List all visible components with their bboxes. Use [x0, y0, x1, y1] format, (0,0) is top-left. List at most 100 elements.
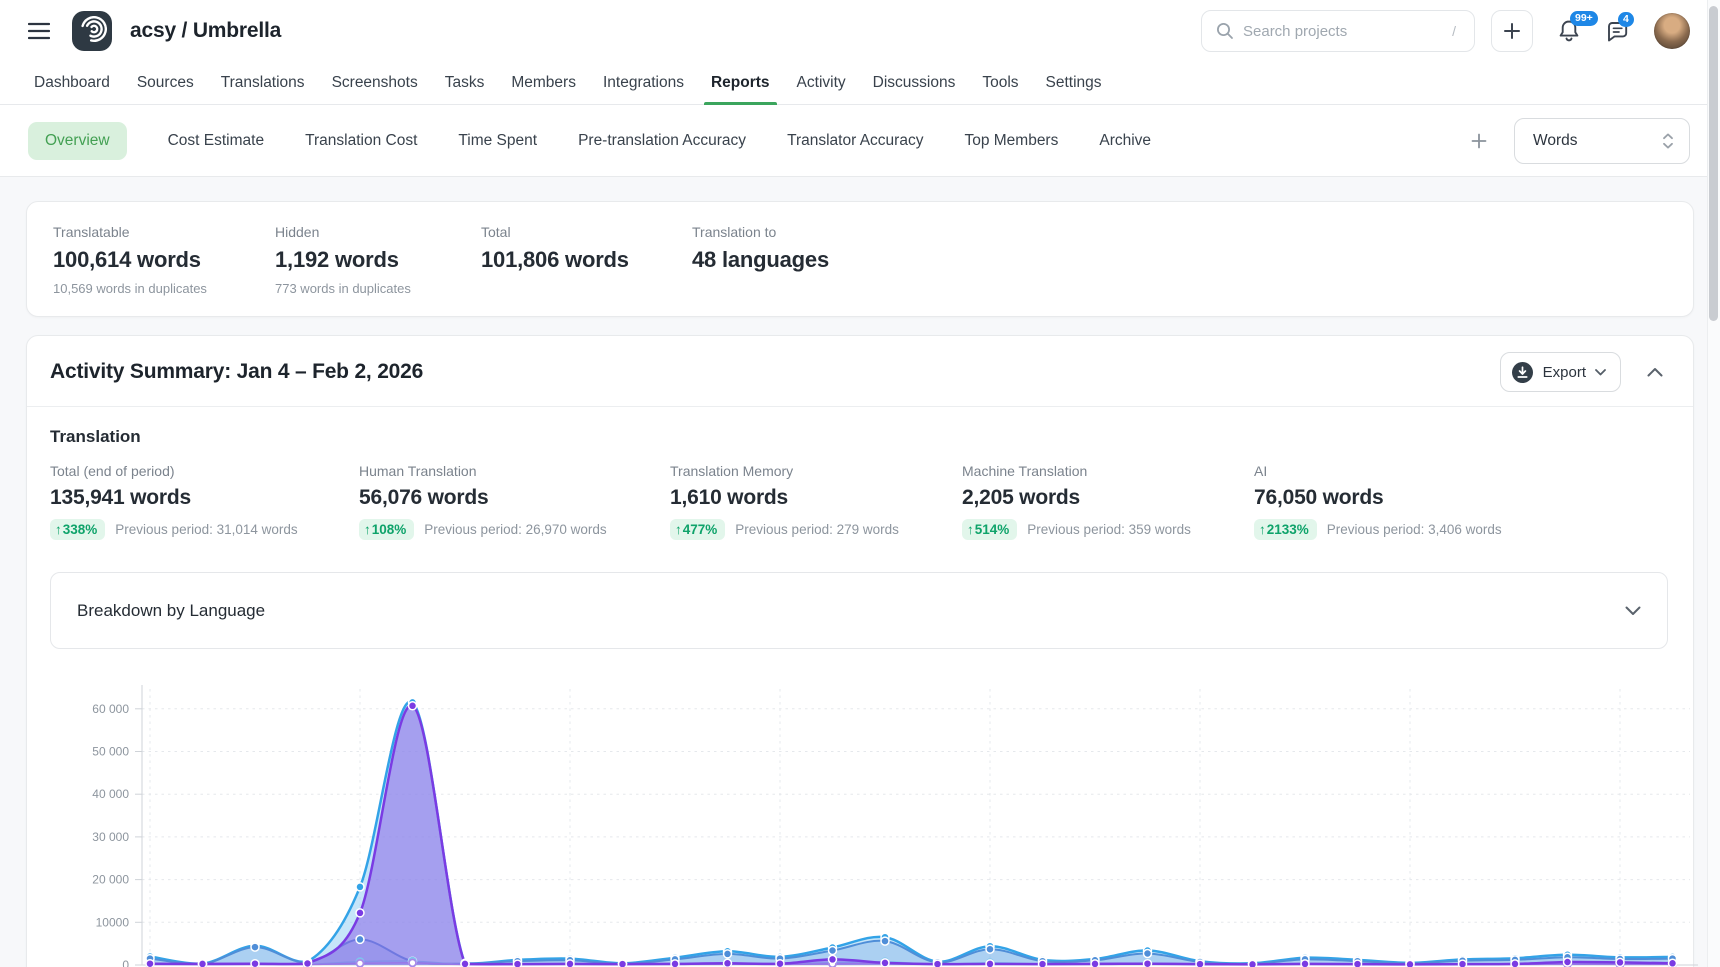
search-shortcut-hint: /: [1448, 23, 1460, 39]
stat-label: Total: [481, 224, 692, 240]
activity-chart[interactable]: 01000020 00030 00040 00050 00060 0004 Ja…: [50, 663, 1669, 967]
report-tab-translator-accuracy[interactable]: Translator Accuracy: [787, 132, 923, 150]
reports-subnav: Overview Cost Estimate Translation Cost Tim…: [0, 105, 1720, 177]
stat-value: 100,614 words: [53, 247, 275, 273]
collapse-icon: [1647, 367, 1663, 377]
report-tab-top-members[interactable]: Top Members: [964, 132, 1058, 150]
previous-period-label: Previous period: 26,970 words: [424, 522, 606, 537]
stat-value: 48 languages: [692, 247, 829, 273]
create-project-button[interactable]: [1491, 10, 1533, 52]
metric-machine-translation: Machine Translation2,205 words↑514%Previ…: [962, 463, 1254, 540]
unit-select[interactable]: Words: [1514, 118, 1690, 164]
previous-period-label: Previous period: 3,406 words: [1327, 522, 1502, 537]
metric-label: AI: [1254, 463, 1502, 479]
breakdown-by-language-toggle[interactable]: Breakdown by Language: [50, 572, 1668, 649]
project-nav: Dashboard Sources Translations Screenshots T…: [0, 62, 1720, 105]
increase-arrow-icon: ↑: [675, 522, 682, 537]
nav-tab-dashboard[interactable]: Dashboard: [34, 62, 110, 104]
user-avatar[interactable]: [1654, 13, 1690, 49]
stat-total: Total 101,806 words: [481, 224, 692, 296]
nav-tab-sources[interactable]: Sources: [137, 62, 194, 104]
export-caret-icon: [1595, 369, 1606, 376]
change-badge: ↑338%: [50, 519, 105, 540]
select-arrows-icon: [1661, 131, 1675, 151]
project-logo[interactable]: [72, 11, 112, 51]
metric-total-end-of-period: Total (end of period) 135,941 words ↑338% P…: [50, 463, 359, 540]
nav-tab-tasks[interactable]: Tasks: [445, 62, 485, 104]
metric-change-row: ↑108% Previous period: 26,970 words: [359, 519, 670, 540]
add-project-icon: [1503, 22, 1521, 40]
metric-value: 56,076 words: [359, 486, 670, 510]
page-scrollbar-thumb[interactable]: [1709, 6, 1718, 321]
activity-summary-title: Activity Summary: Jan 4 – Feb 2, 2026: [50, 360, 423, 384]
search-input[interactable]: [1243, 23, 1448, 40]
report-tab-time-spent[interactable]: Time Spent: [458, 132, 537, 150]
stat-sublabel: 773 words in duplicates: [275, 281, 481, 296]
collapse-section-button[interactable]: [1647, 367, 1663, 377]
previous-period-label: Previous period: 31,014 words: [115, 522, 297, 537]
stat-label: Translation to: [692, 224, 829, 240]
change-percent: 108%: [372, 522, 407, 537]
translation-section-title: Translation: [50, 427, 1669, 447]
top-bar: acsy / Umbrella / 99+ 4: [0, 0, 1720, 62]
stat-value: 1,192 words: [275, 247, 481, 273]
change-percent: 338%: [63, 522, 98, 537]
change-percent: 477%: [683, 522, 718, 537]
y-axis-label: 60 000: [92, 702, 129, 716]
report-tab-translation-cost[interactable]: Translation Cost: [305, 132, 417, 150]
increase-arrow-icon: ↑: [364, 522, 371, 537]
stat-hidden: Hidden 1,192 words 773 words in duplicates: [275, 224, 481, 296]
metric-value: 2,205 words: [962, 486, 1254, 510]
report-tab-overview[interactable]: Overview: [28, 122, 127, 160]
nav-tab-discussions[interactable]: Discussions: [873, 62, 956, 104]
report-tab-archive[interactable]: Archive: [1099, 132, 1151, 150]
messages-button[interactable]: 4: [1605, 19, 1630, 43]
nav-tab-reports[interactable]: Reports: [711, 62, 770, 104]
notifications-button[interactable]: 99+: [1557, 18, 1581, 44]
hamburger-menu-icon[interactable]: [28, 22, 50, 40]
activity-chart-svg: 01000020 00030 00040 00050 00060 0004 Ja…: [50, 663, 1718, 967]
change-badge: ↑477%: [670, 519, 725, 540]
y-axis-label: 10000: [96, 915, 130, 929]
stat-label: Hidden: [275, 224, 481, 240]
metric-label: Total (end of period): [50, 463, 359, 479]
subnav-add-icon: [1470, 132, 1488, 150]
reports-subnav-items: Overview Cost Estimate Translation Cost Tim…: [28, 122, 1151, 160]
change-percent: 2133%: [1267, 522, 1309, 537]
unit-select-value: Words: [1533, 132, 1661, 150]
stat-translatable: Translatable 100,614 words 10,569 words in…: [53, 224, 275, 296]
project-breadcrumb: acsy / Umbrella: [130, 19, 281, 43]
breakdown-chevron-icon: [1625, 606, 1641, 616]
metric-translation-memory: Translation Memory1,610 words↑477%Previo…: [670, 463, 962, 540]
project-stats-card: Translatable 100,614 words 10,569 words in…: [26, 201, 1694, 317]
metric-value: 135,941 words: [50, 486, 359, 510]
metric-change-row: ↑477%Previous period: 279 words: [670, 519, 962, 540]
export-button[interactable]: Export: [1500, 352, 1621, 392]
nav-tab-integrations[interactable]: Integrations: [603, 62, 684, 104]
activity-summary-header: Activity Summary: Jan 4 – Feb 2, 2026 Ex…: [27, 336, 1693, 407]
nav-tab-screenshots[interactable]: Screenshots: [332, 62, 418, 104]
search-box[interactable]: /: [1201, 10, 1475, 52]
report-tab-pre-translation-accuracy[interactable]: Pre-translation Accuracy: [578, 132, 746, 150]
nav-tab-settings[interactable]: Settings: [1046, 62, 1102, 104]
nav-tab-activity[interactable]: Activity: [797, 62, 846, 104]
export-label: Export: [1543, 364, 1586, 381]
nav-tab-tools[interactable]: Tools: [982, 62, 1018, 104]
nav-tab-members[interactable]: Members: [511, 62, 576, 104]
stat-label: Translatable: [53, 224, 275, 240]
nav-tab-translations[interactable]: Translations: [221, 62, 305, 104]
y-axis-label: 40 000: [92, 787, 129, 801]
stat-sublabel: 10,569 words in duplicates: [53, 281, 275, 296]
export-download-icon: [1511, 361, 1534, 384]
activity-summary-body: Translation Total (end of period) 135,941…: [27, 407, 1693, 967]
page: acsy / Umbrella / 99+ 4 Dashboard Sources…: [0, 0, 1720, 967]
metric-ai: AI76,050 words↑2133%Previous period: 3,4…: [1254, 463, 1502, 540]
translation-metrics: Total (end of period)135,941 words↑338%P…: [50, 463, 1669, 540]
series-ai: [150, 705, 1673, 965]
messages-badge: 4: [1618, 12, 1634, 27]
metric-change-row: ↑514%Previous period: 359 words: [962, 519, 1254, 540]
stat-value: 101,806 words: [481, 247, 692, 273]
metric-value: 76,050 words: [1254, 486, 1502, 510]
add-report-button[interactable]: [1470, 132, 1488, 150]
report-tab-cost-estimate[interactable]: Cost Estimate: [168, 132, 264, 150]
